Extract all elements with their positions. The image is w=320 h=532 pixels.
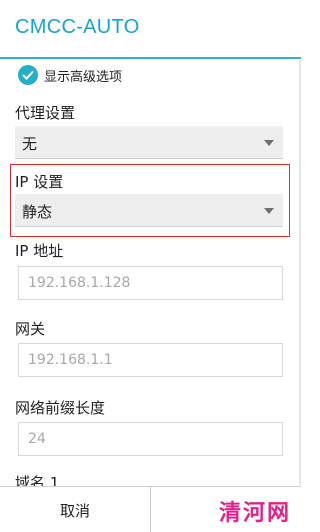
ip-settings-dropdown[interactable]: 静态 xyxy=(15,194,283,227)
proxy-settings-value: 无 xyxy=(22,135,38,153)
ip-settings-value: 静态 xyxy=(22,203,53,221)
cancel-button[interactable]: 取消 xyxy=(0,487,150,532)
dialog-header: CMCC-AUTO xyxy=(0,0,301,59)
prefix-length-field[interactable] xyxy=(18,422,283,456)
header-divider xyxy=(0,57,301,59)
proxy-settings-dropdown[interactable]: 无 xyxy=(15,126,283,159)
show-advanced-label: 显示高级选项 xyxy=(44,69,123,85)
gateway-input[interactable] xyxy=(19,344,282,376)
show-advanced-checkbox[interactable]: 显示高级选项 xyxy=(18,64,122,86)
dropdown-arrow-icon xyxy=(264,140,274,146)
watermark-logo: 清河网 xyxy=(218,501,291,526)
dialog-title: CMCC-AUTO xyxy=(15,16,140,38)
gateway-label: 网关 xyxy=(15,320,46,338)
proxy-settings-label: 代理设置 xyxy=(15,104,76,122)
dropdown-arrow-icon xyxy=(264,208,274,214)
scrollbar[interactable] xyxy=(299,60,301,485)
dialog-footer: 取消 清河网 xyxy=(0,486,301,532)
prefix-length-label: 网络前缀长度 xyxy=(15,399,106,417)
checkmark-icon xyxy=(18,65,38,85)
ip-address-label: IP 地址 xyxy=(15,242,64,260)
ip-settings-label: IP 设置 xyxy=(15,173,64,191)
ip-address-input[interactable] xyxy=(19,267,282,299)
gateway-field[interactable] xyxy=(18,343,283,377)
ip-address-field[interactable] xyxy=(18,266,283,300)
prefix-length-input[interactable] xyxy=(19,423,282,455)
